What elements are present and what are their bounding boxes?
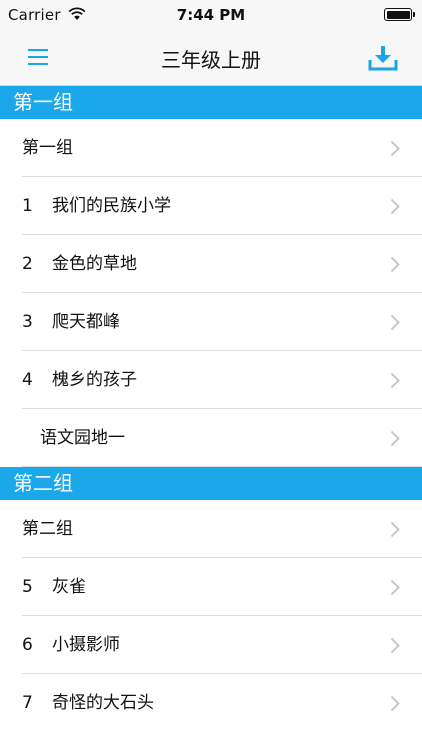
chevron-right-icon	[390, 198, 400, 215]
lesson-title: 槐乡的孩子	[52, 370, 137, 390]
list-item-label: 1 我们的民族小学	[22, 177, 171, 235]
row-separator	[22, 466, 422, 467]
list-item[interactable]: 语文园地一	[0, 409, 422, 467]
chevron-right-icon	[390, 256, 400, 273]
lesson-title: 金色的草地	[52, 254, 137, 274]
list-item-label: 语文园地一	[40, 409, 125, 467]
chevron-right-icon	[390, 521, 400, 538]
list-item[interactable]: 3 爬天都峰	[0, 293, 422, 351]
chevron-right-icon	[390, 579, 400, 596]
lesson-title: 奇怪的大石头	[52, 693, 154, 713]
list-item-label: 4 槐乡的孩子	[22, 351, 137, 409]
list-item[interactable]: 2 金色的草地	[0, 235, 422, 293]
lesson-title: 灰雀	[52, 577, 86, 597]
list-item-label: 第二组	[22, 500, 73, 558]
lesson-number: 6	[22, 635, 33, 655]
section-header: 第二组	[0, 467, 422, 500]
list-item-label: 6 小摄影师	[22, 616, 120, 674]
battery-icon	[384, 8, 415, 21]
chevron-right-icon	[390, 140, 400, 157]
list-item-label: 5 灰雀	[22, 558, 86, 616]
list-item[interactable]: 1 我们的民族小学	[0, 177, 422, 235]
download-button[interactable]	[366, 40, 400, 74]
list-item[interactable]: 5 灰雀	[0, 558, 422, 616]
navigation-bar: 三年级上册	[0, 30, 422, 86]
lesson-title: 语文园地一	[40, 428, 125, 448]
lesson-title: 我们的民族小学	[52, 196, 171, 216]
lesson-number: 7	[22, 693, 33, 713]
list-item-label: 3 爬天都峰	[22, 293, 120, 351]
list-item[interactable]: 4 槐乡的孩子	[0, 351, 422, 409]
list-item[interactable]: 第二组	[0, 500, 422, 558]
lesson-number: 4	[22, 370, 33, 390]
lesson-number: 1	[22, 196, 33, 216]
chevron-right-icon	[390, 637, 400, 654]
list-item[interactable]: 6 小摄影师	[0, 616, 422, 674]
list-item-label: 2 金色的草地	[22, 235, 137, 293]
chevron-right-icon	[390, 430, 400, 447]
top-bar: Carrier 7:44 PM 三年级上册	[0, 0, 422, 86]
chevron-right-icon	[390, 372, 400, 389]
chevron-right-icon	[390, 695, 400, 712]
lesson-number: 3	[22, 312, 33, 332]
lesson-number: 5	[22, 577, 33, 597]
lesson-number: 2	[22, 254, 33, 274]
status-time: 7:44 PM	[176, 6, 246, 24]
list-item[interactable]: 7 奇怪的大石头	[0, 674, 422, 732]
lesson-title: 第二组	[22, 519, 73, 539]
list-item[interactable]: 第一组	[0, 119, 422, 177]
lesson-title: 爬天都峰	[52, 312, 120, 332]
list-item-label: 第一组	[22, 119, 73, 177]
chevron-right-icon	[390, 314, 400, 331]
list-item-label: 7 奇怪的大石头	[22, 674, 154, 732]
lesson-title: 小摄影师	[52, 635, 120, 655]
page-title: 三年级上册	[161, 48, 261, 72]
lesson-title: 第一组	[22, 138, 73, 158]
lesson-list: 第一组 第一组 1 我们的民族小学 2 金色的草地 3 爬天都峰 4 槐乡的孩子 语文园地一 第二组第…	[0, 86, 422, 732]
status-bar: Carrier 7:44 PM	[0, 0, 422, 30]
section-header: 第一组	[0, 86, 422, 119]
